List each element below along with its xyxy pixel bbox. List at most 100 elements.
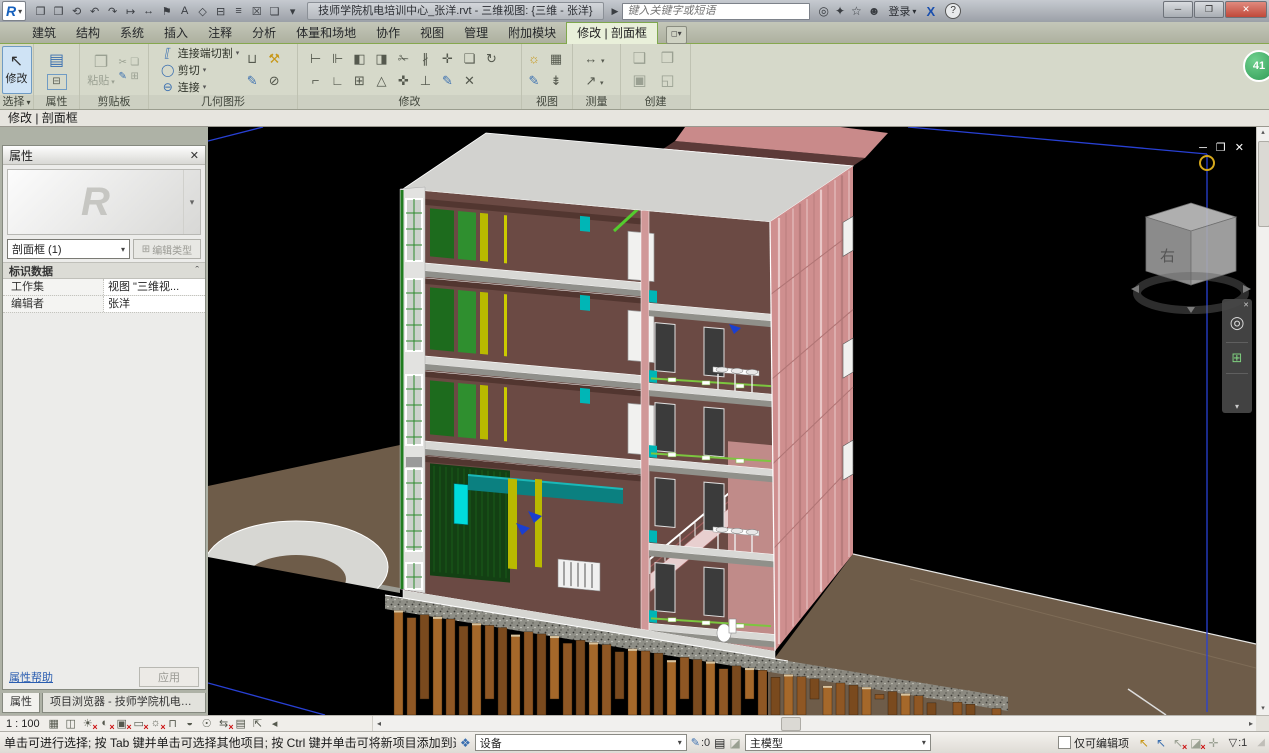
align-icon[interactable]: ⊢ (305, 48, 327, 70)
horizontal-scrollbar[interactable]: ◂ ▸ (372, 716, 1257, 731)
linework-icon[interactable]: ✎ (523, 70, 545, 92)
navbar-close-icon[interactable]: ✕ (1243, 301, 1249, 309)
infocenter-flyout-icon[interactable]: ▶ (612, 6, 619, 17)
displace-elements-icon[interactable]: ⇱ (251, 717, 265, 730)
preview-dropdown-icon[interactable]: ▾ (183, 170, 200, 234)
ribbon-tab-modify-section-box[interactable]: 修改 | 剖面框 (566, 22, 658, 44)
scale-icon[interactable]: △ (371, 70, 393, 92)
ribbon-tab[interactable]: 附加模块 (498, 23, 566, 44)
type-selector[interactable]: 剖面框 (1)▾ (7, 239, 130, 259)
profile-icon[interactable]: ☻ (868, 4, 881, 18)
close-button[interactable]: ✕ (1225, 1, 1267, 18)
viewport-minimize-icon[interactable]: ─ (1199, 143, 1207, 154)
worksharing-display-icon[interactable]: ⇆× (217, 717, 231, 730)
edit-icon[interactable]: ⊞ (129, 70, 141, 84)
select-underlay-elements-icon[interactable]: ↖ (1156, 736, 1166, 750)
aligned-dimension-icon[interactable]: ↗ ▾ (575, 70, 615, 92)
palette-title-bar[interactable]: 属性✕ (3, 146, 205, 165)
maximize-button[interactable]: ❐ (1194, 1, 1224, 18)
panel-label-select[interactable]: 选择▾ (0, 95, 33, 109)
modify-button[interactable]: ↖修改 (2, 46, 32, 94)
create-parts-icon[interactable]: ◱ (654, 70, 682, 92)
measure-line-icon[interactable]: ↔ ▾ (575, 48, 615, 70)
cut-icon[interactable]: ✂ (117, 56, 129, 70)
type-properties-icon[interactable]: ⊟ (47, 74, 67, 90)
customize-qat-icon[interactable]: ▾ (284, 5, 301, 18)
property-value[interactable]: 张洋 (104, 296, 205, 312)
drag-elements-on-selection-icon[interactable]: ✛ (1209, 736, 1219, 750)
create-group-icon[interactable]: ❑ (626, 48, 654, 70)
select-elements-by-face-icon[interactable]: ◪× (1190, 736, 1201, 750)
app-menu-button[interactable]: R▾ (2, 1, 26, 21)
create-similar-icon[interactable]: ❒ (654, 48, 682, 70)
communication-center-icon[interactable]: ✦ (835, 4, 845, 18)
show-crop-region-icon[interactable]: ▭× (132, 717, 146, 730)
edit-type-button[interactable]: ⊞编辑类型 (133, 239, 201, 259)
viewport-restore-icon[interactable]: ❐ (1216, 143, 1226, 154)
palette-close-icon[interactable]: ✕ (190, 149, 199, 162)
visual-style-icon[interactable]: ◫ (64, 717, 78, 730)
temporary-view-properties-icon[interactable]: ▤ (234, 717, 248, 730)
sun-path-icon[interactable]: ☀× (81, 717, 95, 730)
match-type-icon[interactable]: ✎ (117, 70, 129, 84)
unpin-icon[interactable]: ⊥ (415, 70, 437, 92)
create-assembly-icon[interactable]: ▣ (626, 70, 654, 92)
vertical-scroll-thumb[interactable] (1258, 141, 1269, 227)
detail-level-icon[interactable]: ▦ (47, 717, 61, 730)
demolish-icon[interactable]: ⚒ (263, 48, 285, 70)
render-gallery-icon[interactable]: ▦ (545, 48, 567, 70)
tag-icon[interactable]: ⚑ (158, 5, 175, 18)
ribbon-tab[interactable]: 管理 (454, 23, 498, 44)
steering-wheel-icon[interactable]: ◎ (1230, 313, 1245, 333)
viewport-close-icon[interactable]: ✕ (1235, 143, 1244, 154)
move-icon[interactable]: ✛ (437, 48, 459, 70)
aligned-dimension-icon[interactable]: ↔ (140, 5, 157, 17)
default-3d-view-icon[interactable]: ◇ (194, 5, 211, 18)
sync-icon[interactable]: ⟲ (68, 5, 85, 18)
cut-join-icon[interactable]: ⟦连接端切割▾ (161, 45, 240, 61)
help-icon[interactable]: ? (945, 3, 961, 19)
split-face-icon[interactable]: ⊘ (263, 70, 285, 92)
text-icon[interactable]: A (176, 5, 193, 17)
array-icon[interactable]: ⊞ (349, 70, 371, 92)
navbar-options-icon[interactable]: ▾ (1235, 402, 1239, 411)
notification-badge[interactable]: 41 (1243, 50, 1269, 82)
scroll-up-icon[interactable]: ▴ (1257, 127, 1269, 139)
offset-icon[interactable]: ⊩ (327, 48, 349, 70)
sign-in-button[interactable]: 登录▾ (888, 3, 916, 19)
apply-button[interactable]: 应用 (139, 667, 199, 687)
properties-help-link[interactable]: 属性帮助 (9, 669, 53, 685)
tab-project-browser[interactable]: 项目浏览器 - 技师学院机电培训... (42, 693, 206, 713)
trim-corner-icon[interactable]: ∟ (327, 70, 349, 92)
minimize-button[interactable]: ─ (1163, 1, 1193, 18)
show-rendering-dialog-icon[interactable]: ☼× (149, 717, 163, 730)
viewcube[interactable]: 右 (1131, 203, 1251, 313)
design-options-icon[interactable]: ▤ (714, 736, 725, 750)
shadows-icon[interactable]: ◐× (98, 717, 112, 730)
thin-lines-icon[interactable]: ≡ (230, 5, 247, 17)
match-icon[interactable]: ✎ (437, 70, 459, 92)
collapse-icon[interactable]: ◂ (268, 717, 282, 730)
mirror-pick-icon[interactable]: ◧ (349, 48, 371, 70)
active-workset-dropdown[interactable]: 设备▾ (475, 734, 687, 751)
ribbon-tab[interactable]: 结构 (66, 23, 110, 44)
editing-requests[interactable]: ✎:0 (691, 736, 710, 749)
paint-icon[interactable]: ✎ (241, 70, 263, 92)
cope-icon[interactable]: ⊔ (241, 48, 263, 70)
split-icon[interactable]: ✁ (393, 48, 415, 70)
copy-icon[interactable]: ❏ (459, 48, 481, 70)
rotate-icon[interactable]: ↻ (481, 48, 503, 70)
trim-icon[interactable]: ⌐ (305, 70, 327, 92)
delete-icon[interactable]: ✕ (459, 70, 481, 92)
open-icon[interactable]: ❐ (32, 5, 49, 18)
underlay-icon[interactable]: ⇟ (545, 70, 567, 92)
save-icon[interactable]: ❒ (50, 5, 67, 18)
scale-indicator[interactable]: 1 : 100 (6, 718, 40, 730)
drawing-area[interactable]: 右 ─❐✕ ✕ ◎ ⊞ ▾ (208, 127, 1256, 715)
undo-icon[interactable]: ↶ (86, 5, 103, 18)
paste-button[interactable]: ❐粘贴 ▾ (87, 52, 114, 88)
reveal-hidden-elements-icon[interactable]: ☉ (200, 717, 214, 730)
cut-icon[interactable]: ◯剪切▾ (161, 62, 240, 78)
crop-view-icon[interactable]: ▣× (115, 717, 129, 730)
ribbon-tab[interactable]: 建筑 (22, 23, 66, 44)
